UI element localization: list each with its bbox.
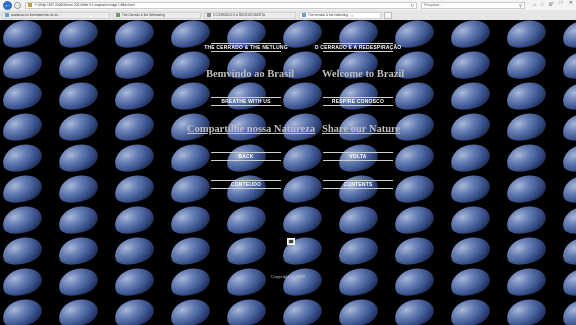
tab-label: O CERRADO E A REDESCOBERTA [213,13,265,17]
browser-toolbar: ← → F:\Oblip 1997 2008\Steven 2001\Web 9… [0,0,576,10]
link-contents[interactable]: CONTENTS [323,180,393,189]
tab-label: The Cerrado & the Netfuturing [122,13,165,17]
link-breathe-pt[interactable]: RESPIRE CONOSCO [323,97,393,106]
favicon-icon [207,13,211,17]
link-volta[interactable]: VOLTA [323,152,393,161]
back-button[interactable]: ← [3,0,12,10]
link-label: THE CERRADO & THE NETLUNG [204,44,288,51]
welcome-title-en: Welcome to Brazil [322,69,405,80]
favicon-icon [302,13,306,17]
star-icon[interactable]: ☆ [540,2,544,8]
tab-bar: avaliacao no licenciamento do im... The … [0,10,576,20]
copyright-text: Copyright © 1998 [271,274,305,279]
link-label: RESPIRE CONOSCO [331,98,385,105]
favicon-icon [116,13,120,17]
arrow-left-icon: ← [4,1,11,9]
page-content: THE CERRADO & THE NETLUNG O CERRADO E A … [0,20,576,325]
new-tab-button[interactable] [384,11,392,19]
link-label: CONTEUDO [230,181,262,188]
home-icon [289,240,293,243]
home-icon[interactable]: ⌂ [533,2,536,8]
page-icon [28,3,32,7]
window-controls: – □ ✕ [551,0,573,6]
link-label: BACK [238,153,254,160]
link-label: VOLTA [349,153,367,160]
link-label: CONTENTS [343,181,373,188]
home-button[interactable] [287,238,295,245]
share-link-en[interactable]: Share our Nature [322,124,400,135]
tab-1[interactable]: avaliacao no licenciamento do im... [2,11,110,19]
browser-window: ← → F:\Oblip 1997 2008\Steven 2001\Web 9… [0,0,576,325]
search-box[interactable]: Pesquisar... ⚲ [421,1,525,9]
forward-button[interactable]: → [14,1,21,9]
link-cerrado-en[interactable]: THE CERRADO & THE NETLUNG [204,43,288,52]
refresh-icon[interactable]: ↻ [411,3,414,8]
maximize-icon[interactable]: □ [560,0,563,6]
welcome-title-pt: Bemvindo ao Brasil [206,69,295,80]
address-bar[interactable]: F:\Oblip 1997 2008\Steven 2001\Web 9.1 m… [25,1,417,9]
tab-4-active[interactable]: The cerrado & the Netfurling × [299,11,381,19]
link-conteudo[interactable]: CONTEUDO [211,180,281,189]
address-text: F:\Oblip 1997 2008\Steven 2001\Web 9.1 m… [35,3,135,7]
close-icon[interactable]: ✕ [569,0,573,6]
link-label: BREATHE WITH US [221,98,271,105]
web-page: THE CERRADO & THE NETLUNG O CERRADO E A … [0,20,576,325]
link-cerrado-pt[interactable]: O CERRADO E A REDESPIRAÇÃO [315,43,401,52]
arrow-right-icon: → [15,1,20,8]
share-link-pt[interactable]: Compartilhe nossa Natureza [187,124,315,135]
tab-2[interactable]: The Cerrado & the Netfuturing [113,11,201,19]
tab-label: avaliacao no licenciamento do im... [11,13,61,17]
close-tab-icon[interactable]: × [351,13,353,18]
tab-3[interactable]: O CERRADO E A REDESCOBERTA [204,11,296,19]
link-label: O CERRADO E A REDESPIRAÇÃO [314,44,402,51]
tab-label: The cerrado & the Netfurling [308,13,349,17]
search-placeholder: Pesquisar... [424,3,442,7]
favicon-icon [5,13,9,17]
minimize-icon[interactable]: – [551,0,554,6]
link-back[interactable]: BACK [211,152,281,161]
link-breathe-en[interactable]: BREATHE WITH US [211,97,281,106]
search-icon[interactable]: ⚲ [519,3,522,8]
